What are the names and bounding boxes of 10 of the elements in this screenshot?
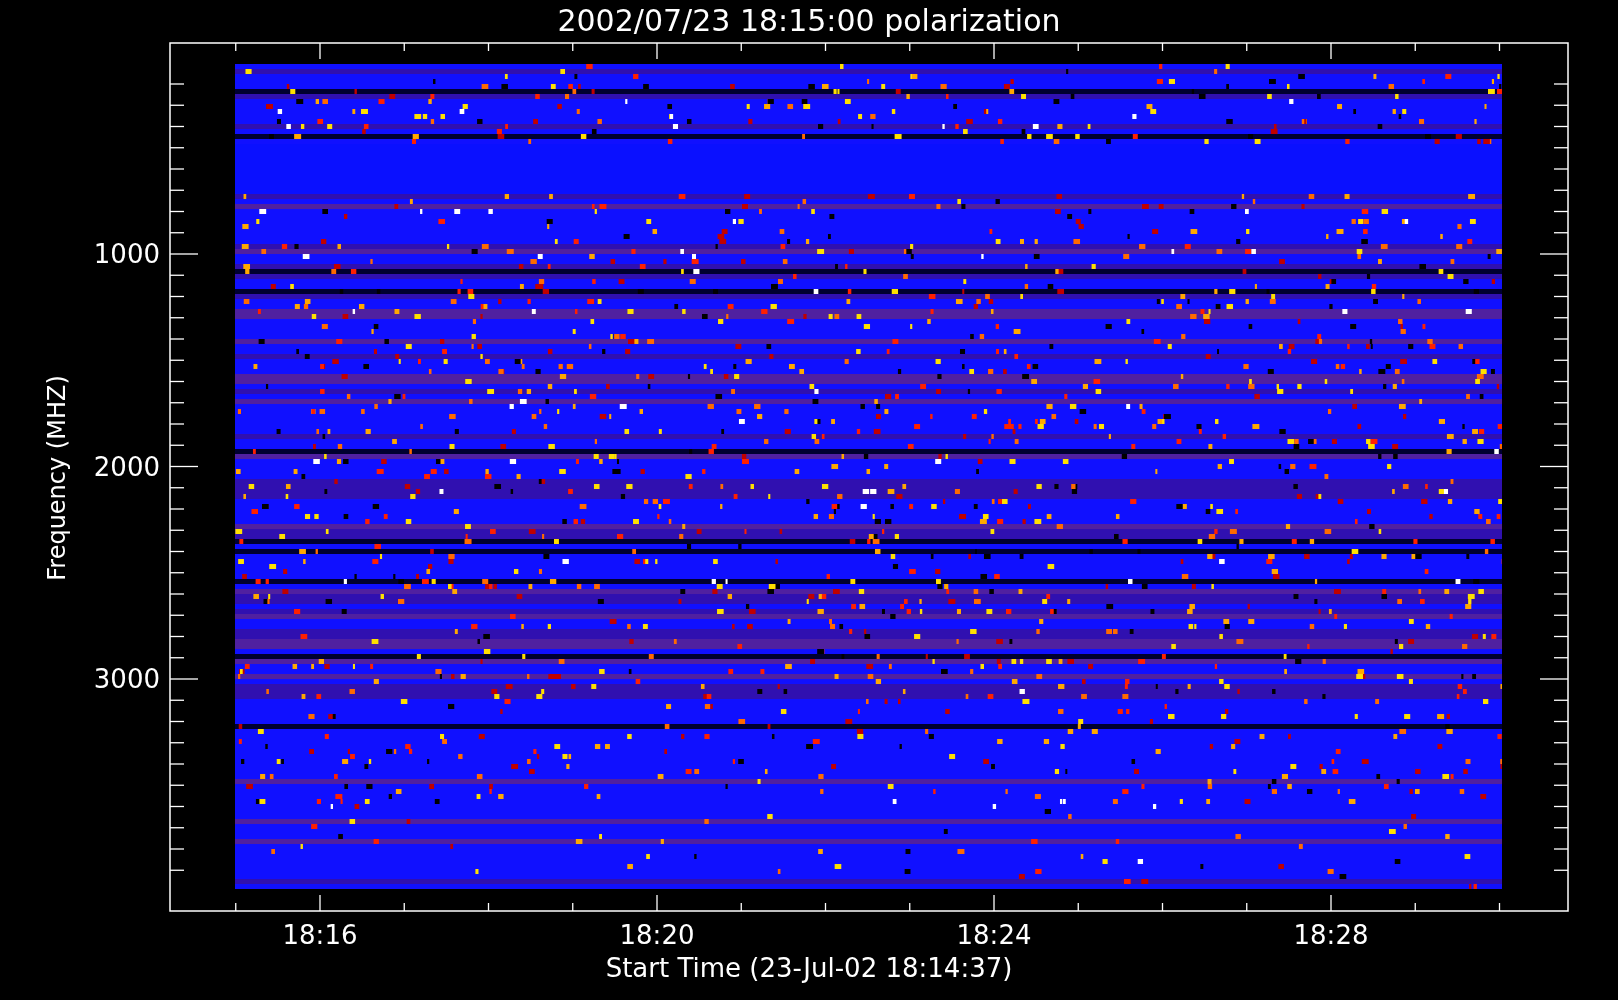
tick-label: 1000 — [93, 239, 160, 269]
tick-label: 18:24 — [956, 920, 1032, 950]
tick-label: 18:20 — [619, 920, 695, 950]
tick-label: 18:16 — [282, 920, 358, 950]
tick-label: 2000 — [93, 451, 160, 482]
axis-label: Frequency (MHZ) — [43, 375, 71, 581]
chart-title: 2002/07/23 18:15:00 polarization — [557, 3, 1061, 38]
tick-label: 18:28 — [1293, 920, 1369, 950]
axis-label: Start Time (23-Jul-02 18:14:37) — [605, 953, 1013, 983]
tick-label: 3000 — [93, 664, 160, 694]
